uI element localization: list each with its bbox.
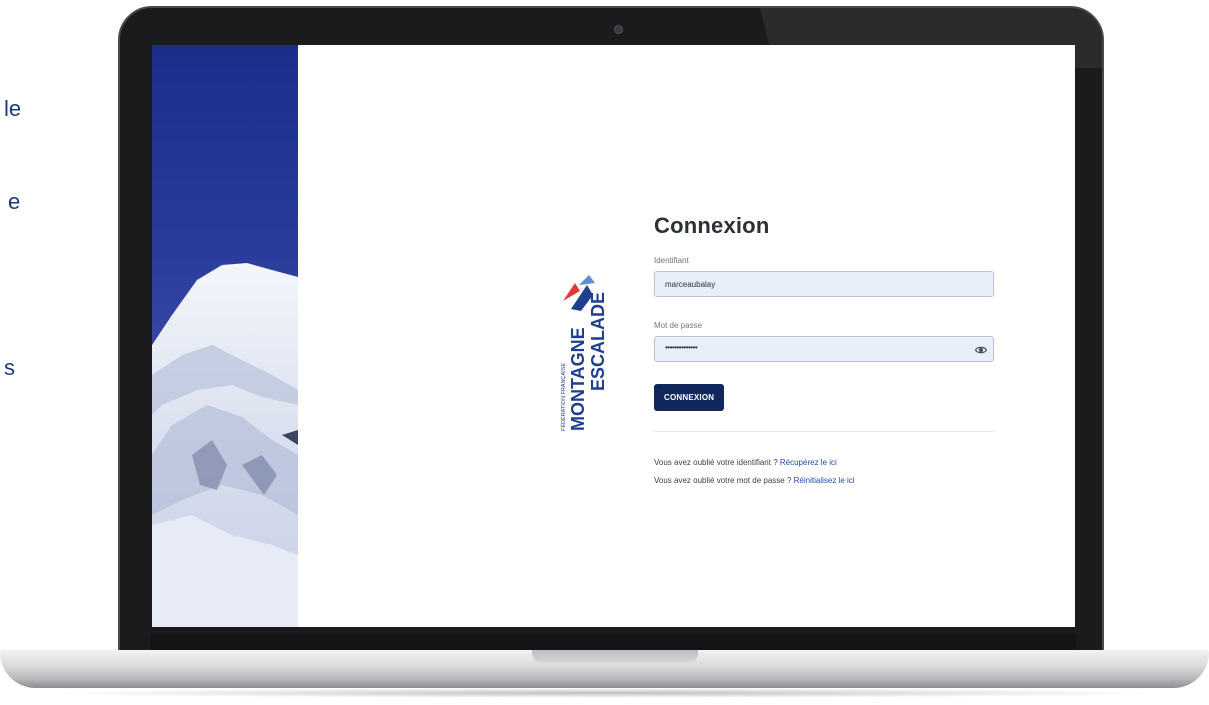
logo-montagne-text: MONTAGNE xyxy=(568,327,588,431)
ffme-logo: FÉDÉRATION FRANÇAISE MONTAGNE ESCALADE xyxy=(557,245,627,435)
page-text-fragment: e xyxy=(8,189,21,214)
logo-escalade-text: ESCALADE xyxy=(588,292,608,391)
forgot-username-row: Vous avez oublié votre identifiant ? Réc… xyxy=(654,454,994,472)
logo-federation-text: FÉDÉRATION FRANÇAISE xyxy=(560,363,567,431)
login-button[interactable]: CONNEXION xyxy=(654,384,725,411)
login-form: Connexion Identifiant marceaubalay Mot d… xyxy=(654,213,994,490)
forgot-password-row: Vous avez oublié votre mot de passe ? Ré… xyxy=(654,472,994,490)
recover-username-link[interactable]: Récupérez le ici xyxy=(780,458,837,467)
help-links: Vous avez oublié votre identifiant ? Réc… xyxy=(654,454,994,490)
username-input[interactable]: marceaubalay xyxy=(654,271,994,297)
username-value: marceaubalay xyxy=(665,280,716,289)
camera-icon xyxy=(614,25,623,34)
username-label: Identifiant xyxy=(654,256,689,265)
laptop-shadow xyxy=(40,688,1170,698)
laptop-screen: FÉDÉRATION FRANÇAISE MONTAGNE ESCALADE C… xyxy=(152,45,1075,627)
reset-password-link[interactable]: Réinitialisez le ici xyxy=(794,476,855,485)
page-text-fragment: s xyxy=(4,355,15,380)
forgot-password-text: Vous avez oublié votre mot de passe ? xyxy=(654,476,792,485)
forgot-username-text: Vous avez oublié votre identifiant ? xyxy=(654,458,778,467)
form-divider xyxy=(654,431,994,432)
eye-icon[interactable] xyxy=(975,344,987,356)
laptop-frame: FÉDÉRATION FRANÇAISE MONTAGNE ESCALADE C… xyxy=(118,6,1104,666)
password-input[interactable]: •••••••••••••• xyxy=(654,336,994,362)
password-value: •••••••••••••• xyxy=(665,343,698,352)
mountain-hero-image xyxy=(152,45,298,627)
login-title: Connexion xyxy=(654,213,770,238)
page-text-fragment: le xyxy=(4,96,22,121)
laptop-opening-notch xyxy=(532,650,698,663)
password-label: Mot de passe xyxy=(654,321,703,330)
